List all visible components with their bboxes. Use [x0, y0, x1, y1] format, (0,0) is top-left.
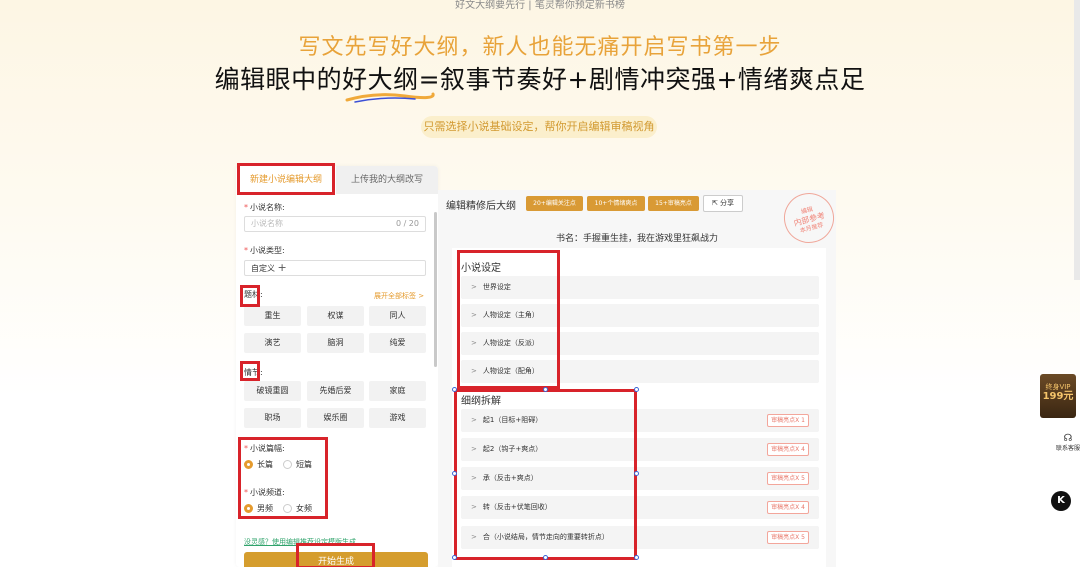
add-icon[interactable]: + [278, 261, 287, 274]
novel-type-field[interactable]: 自定义 + [244, 260, 426, 276]
theme-option[interactable]: 重生 [244, 306, 301, 326]
share-button[interactable]: ⇱ 分享 [703, 195, 743, 212]
share-label: 分享 [720, 199, 735, 207]
page-scrollbar[interactable] [1074, 0, 1080, 280]
preview-title: 编辑精修后大纲 [446, 201, 516, 212]
review-highlight-tag: 审稿亮点X 4 [767, 443, 809, 456]
expand-tags-link[interactable]: 展开全部标签 > [374, 291, 424, 301]
review-highlight-tag: 审稿亮点X 5 [767, 472, 809, 485]
vip-promo[interactable]: 终身VIP 199元 [1040, 374, 1076, 418]
type-tag: 自定义 [251, 264, 275, 273]
theme-option[interactable]: 演艺 [244, 333, 301, 353]
hero-title: 写文先写好大纲，新人也能无痛开启写书第一步 [298, 35, 782, 60]
novel-name-label: * 小说名称: [244, 203, 285, 212]
selection-handle[interactable] [452, 555, 457, 560]
tab-upload-outline[interactable]: 上传我的大纲改写 [336, 166, 438, 194]
theme-option[interactable]: 脑洞 [307, 333, 364, 353]
vip-label: 终身VIP [1045, 383, 1071, 391]
highlight-box-outline [454, 389, 637, 560]
book-name: 书名：手握重生挂，我在游戏里狂飙战力 [555, 234, 718, 244]
highlight-box-length-channel [238, 437, 328, 519]
name-counter: 0 / 20 [395, 219, 419, 228]
plot-option[interactable]: 破镜重圆 [244, 381, 301, 401]
selection-handle[interactable] [634, 555, 639, 560]
highlight-box-theme [240, 285, 260, 307]
selection-handle[interactable] [543, 387, 548, 392]
k-logo-button[interactable]: K [1051, 491, 1071, 511]
headset-icon: ☊ [1063, 433, 1073, 444]
review-highlight-tag: 审稿亮点X 5 [767, 531, 809, 544]
plot-option[interactable]: 职场 [244, 408, 301, 428]
highlight-box-settings [457, 250, 560, 389]
highlight-box-generate [296, 543, 375, 567]
plot-option[interactable]: 先婚后爱 [307, 381, 364, 401]
service-label: 联系客服 [1056, 445, 1080, 452]
selection-handle[interactable] [634, 471, 639, 476]
badge-editor-points: 20+编辑关注点 [526, 196, 583, 211]
decorative-underline [345, 92, 435, 103]
badge-emotion-points: 10+个情绪爽点 [587, 196, 645, 211]
vip-price: 199元 [1042, 391, 1074, 402]
selection-handle[interactable] [634, 387, 639, 392]
theme-option[interactable]: 权谋 [307, 306, 364, 326]
highlight-box-plot [240, 361, 260, 381]
hero-subtitle: 编辑眼中的好大纲=叙事节奏好+剧情冲突强+情绪爽点足 [214, 65, 866, 94]
novel-name-input[interactable]: 小说名称 0 / 20 [244, 216, 426, 232]
selection-handle[interactable] [452, 471, 457, 476]
selection-handle[interactable] [452, 387, 457, 392]
top-tagline: 好文大纲要先行 | 笔灵帮你预定新书榜 [455, 0, 625, 11]
review-highlight-tag: 审稿亮点X 1 [767, 414, 809, 427]
selection-handle[interactable] [543, 555, 548, 560]
badge-review-points: 15+审稿亮点 [648, 196, 699, 211]
hint-pill: 只需选择小说基础设定，帮你开启编辑审稿视角 [421, 116, 657, 138]
novel-type-label: * 小说类型: [244, 246, 285, 255]
theme-option[interactable]: 纯爱 [369, 333, 426, 353]
plot-option[interactable]: 家庭 [369, 381, 426, 401]
theme-option[interactable]: 同人 [369, 306, 426, 326]
review-highlight-tag: 审稿亮点X 4 [767, 501, 809, 514]
plot-option[interactable]: 娱乐圈 [307, 408, 364, 428]
customer-service-button[interactable]: ☊ 联系客服 [1056, 430, 1080, 468]
highlight-box-tab [237, 163, 335, 195]
share-icon: ⇱ [711, 199, 718, 207]
plot-option[interactable]: 游戏 [369, 408, 426, 428]
form-scrollbar[interactable] [434, 212, 437, 367]
